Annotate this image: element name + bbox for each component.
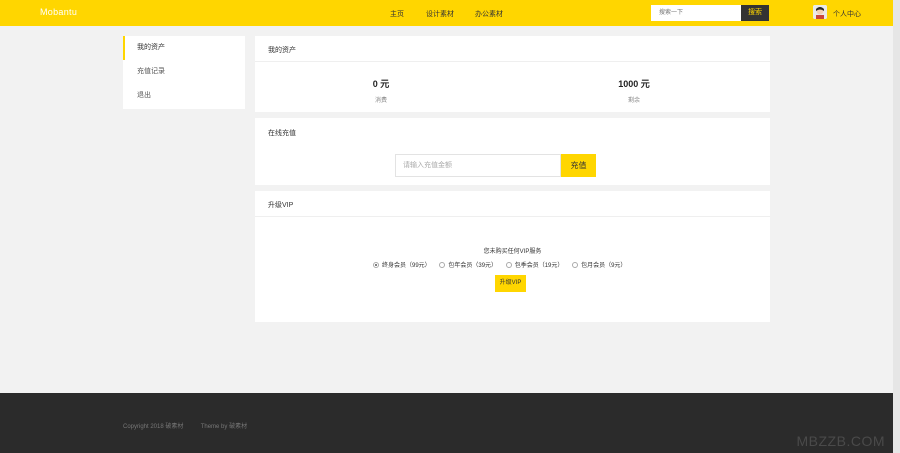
vip-option-label: 包月会员（9元）	[581, 263, 627, 269]
vip-option-yearly[interactable]: 包年会员（39元）	[439, 260, 497, 269]
vip-option-lifetime[interactable]: 终身会员（99元）	[373, 260, 431, 269]
account-sidebar: 我的资产 充值记录 退出	[123, 36, 245, 109]
vip-option-label: 包年会员（39元）	[448, 263, 498, 269]
recharge-title: 在线充值	[268, 130, 296, 137]
remaining-value: 1000 元	[618, 79, 650, 89]
site-footer: Copyright 2018 破素材 Theme by 破素材 MBZZB.CO…	[0, 393, 893, 453]
spent-label: 消费	[374, 98, 387, 104]
radio-icon[interactable]	[439, 262, 446, 268]
copyright-text: Copyright 2018 破素材 Theme by 破素材	[123, 421, 247, 430]
recharge-card: 在线充值 请输入充值金额 充值	[255, 118, 770, 185]
theme-credit: Theme by 破素材	[200, 424, 248, 430]
vip-plan-options: 终身会员（99元） 包年会员（39元） 包季会员（19元） 包月会员（9元）	[373, 260, 633, 270]
assets-card: 我的资产 0 元 消费 1000 元 剩余	[255, 36, 770, 112]
search-button[interactable]: 搜索	[741, 5, 769, 21]
avatar[interactable]	[813, 5, 827, 19]
sidebar-item-my-assets[interactable]: 我的资产	[123, 36, 245, 60]
search-input[interactable]	[651, 5, 741, 21]
vip-title: 升级VIP	[268, 202, 294, 209]
radio-icon[interactable]	[373, 262, 379, 268]
recharge-button[interactable]: 充值	[561, 154, 596, 177]
radio-icon[interactable]	[572, 262, 579, 268]
top-navbar: Mobantu 主页 设计素材 办公素材 搜索 个人中心	[0, 0, 893, 26]
avatar-icon	[813, 5, 827, 19]
vip-option-label: 终身会员（99元）	[382, 263, 431, 269]
vip-status-text: 您未购买任何VIP服务	[483, 249, 542, 255]
nav-home[interactable]: 主页	[390, 9, 404, 19]
assets-title: 我的资产	[268, 47, 296, 54]
vip-divider	[255, 216, 770, 217]
user-center-link[interactable]: 个人中心	[833, 9, 861, 19]
vip-option-monthly[interactable]: 包月会员（9元）	[572, 260, 626, 269]
nav-design-materials[interactable]: 设计素材	[426, 9, 454, 19]
remaining-label: 剩余	[627, 98, 640, 104]
nav-office-materials[interactable]: 办公素材	[475, 9, 503, 19]
sidebar-item-recharge-records[interactable]: 充值记录	[123, 60, 245, 84]
page-scrollbar[interactable]	[893, 0, 900, 453]
upgrade-vip-button[interactable]: 升级VIP	[495, 275, 526, 292]
sidebar-item-logout[interactable]: 退出	[123, 84, 245, 108]
site-logo[interactable]: Mobantu	[40, 7, 77, 17]
vip-option-quarterly[interactable]: 包季会员（19元）	[505, 260, 564, 269]
vip-card: 升级VIP 您未购买任何VIP服务 终身会员（99元） 包年会员（39元） 包季…	[255, 191, 770, 322]
vip-option-label: 包季会员（19元）	[514, 263, 564, 269]
copyright-label: Copyright 2018 破素材	[123, 424, 184, 430]
radio-icon[interactable]	[505, 262, 512, 268]
watermark: MBZZB.COM	[796, 433, 885, 449]
spent-value: 0 元	[372, 79, 390, 89]
assets-divider	[255, 61, 770, 62]
recharge-amount-input[interactable]: 请输入充值金额	[395, 154, 561, 177]
